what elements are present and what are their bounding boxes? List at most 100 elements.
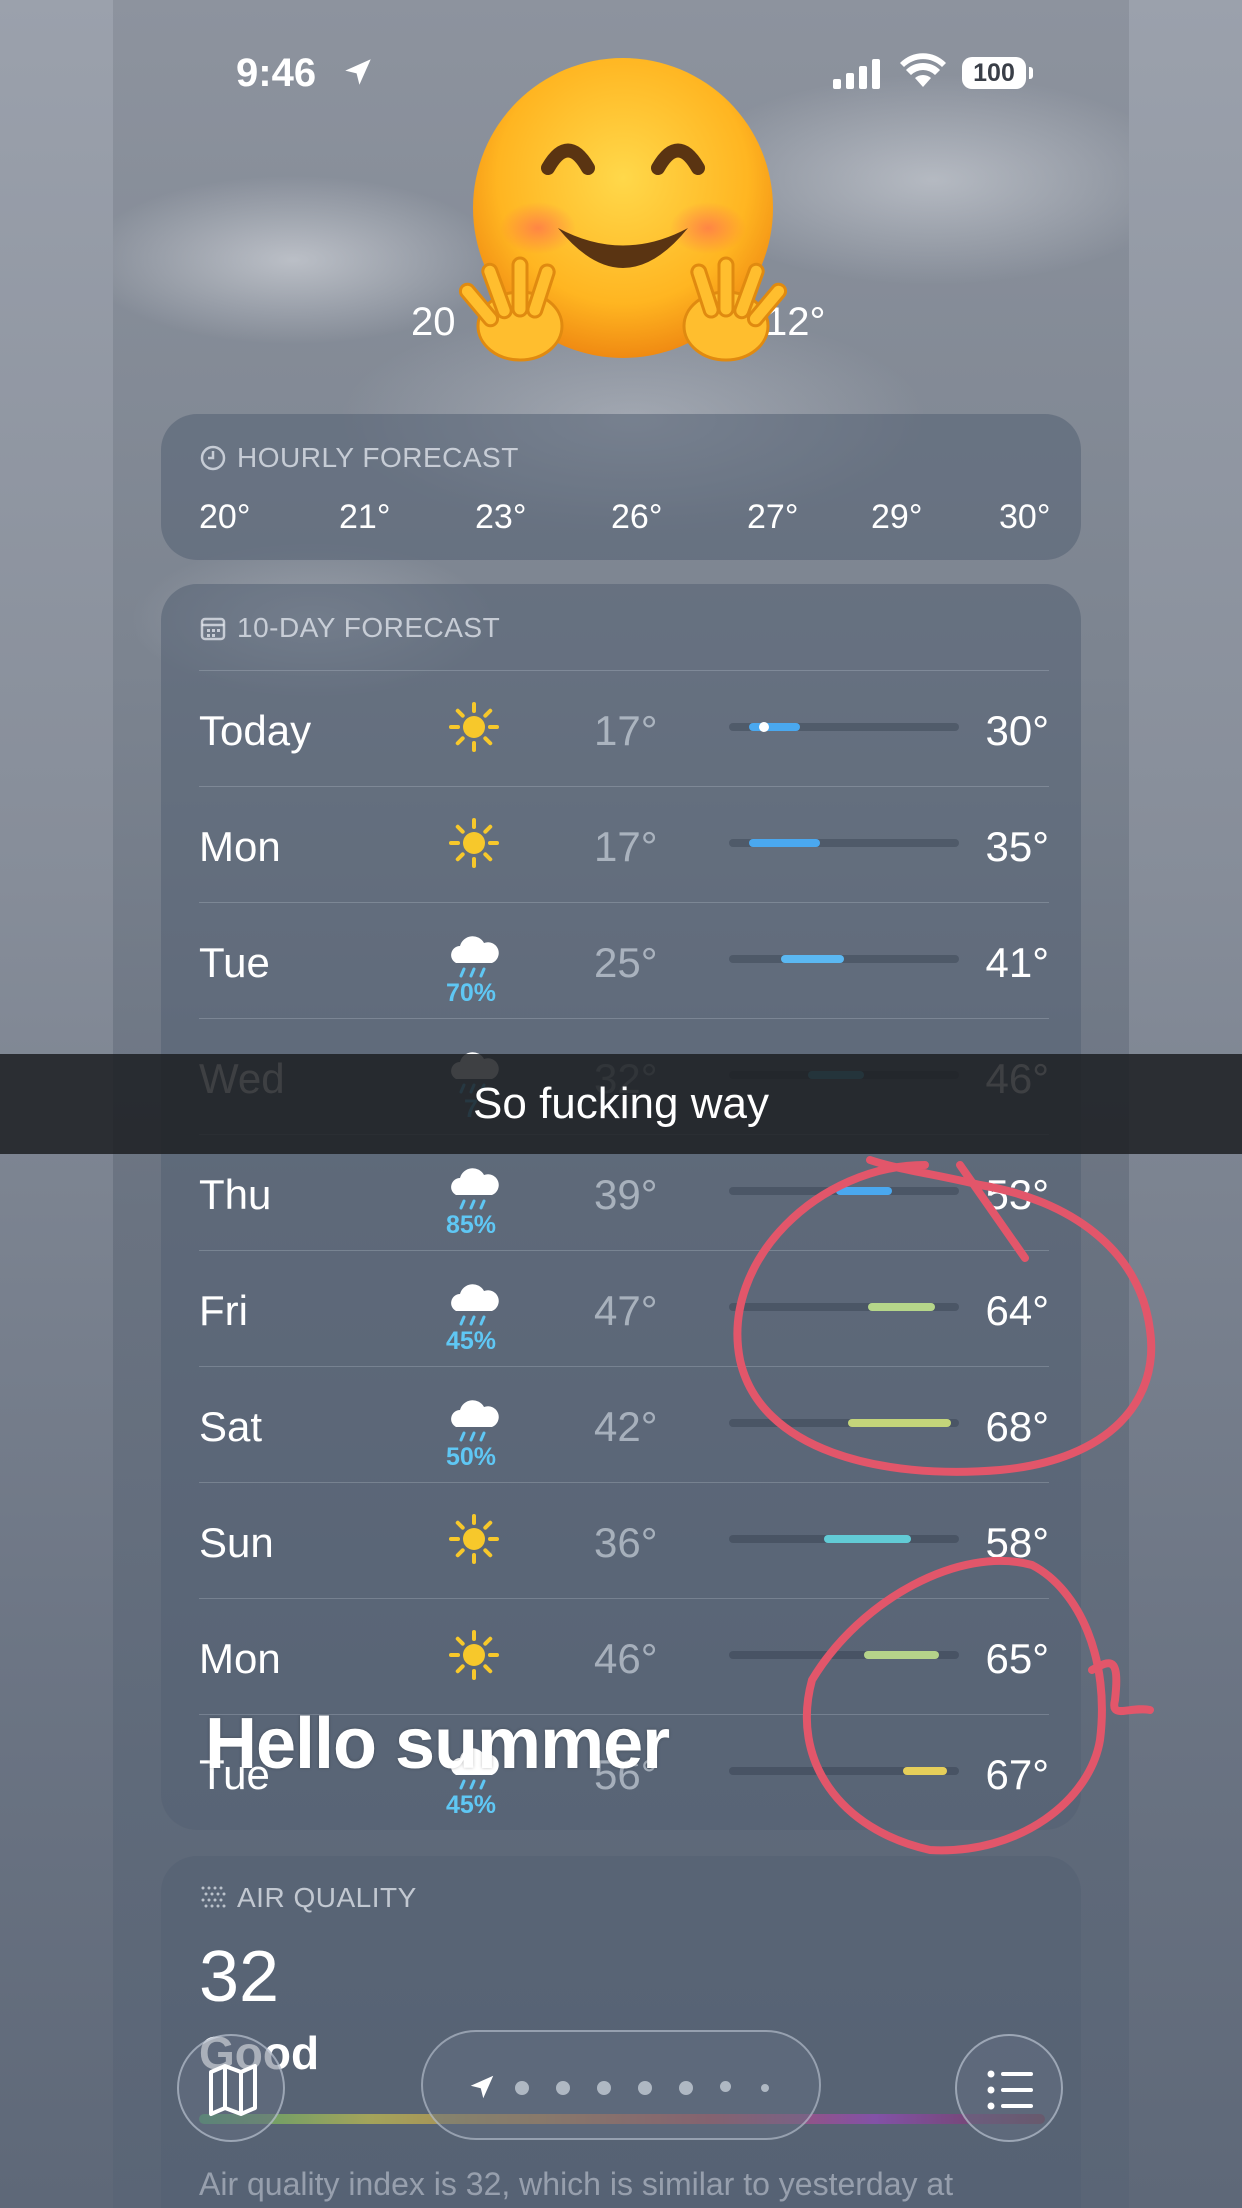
temp-range-track bbox=[729, 955, 959, 963]
air-quality-header: AIR QUALITY bbox=[199, 1882, 417, 1914]
temp-range-track bbox=[729, 722, 959, 732]
temp-range-track bbox=[729, 1303, 959, 1311]
hour-temp: 23° bbox=[475, 498, 527, 536]
forecast-low: 42° bbox=[594, 1403, 658, 1450]
forecast-row[interactable]: Mon 46° 65° bbox=[199, 1598, 1049, 1715]
hour-temp: 30° bbox=[999, 498, 1051, 536]
forecast-day: Tue bbox=[199, 939, 270, 986]
temp-range-track bbox=[729, 1419, 959, 1427]
sun-icon bbox=[449, 1514, 499, 1564]
forecast-low: 17° bbox=[594, 707, 658, 754]
hour-temp: 20° bbox=[199, 498, 251, 536]
sun-icon bbox=[449, 818, 499, 868]
temp-range-track bbox=[729, 839, 959, 847]
status-time: 9:46 bbox=[236, 51, 317, 95]
hour-temp: 21° bbox=[339, 498, 391, 536]
temp-range-fill bbox=[847, 1419, 952, 1427]
locations-list-button[interactable] bbox=[955, 2034, 1063, 2142]
list-icon bbox=[987, 2070, 1033, 2110]
forecast-day: Sun bbox=[199, 1519, 274, 1566]
page-dot bbox=[638, 2081, 652, 2095]
forecast-row[interactable]: Today 17° 30° bbox=[199, 670, 1049, 787]
temp-range-fill bbox=[748, 839, 821, 847]
forecast-high: 30° bbox=[985, 707, 1049, 754]
location-pager[interactable] bbox=[421, 2030, 821, 2140]
sun-icon bbox=[449, 1630, 499, 1680]
forecast-row[interactable]: Fri 45% 47° 64° bbox=[199, 1250, 1049, 1367]
temp-range-fill bbox=[867, 1303, 936, 1311]
map-button[interactable] bbox=[177, 2034, 285, 2142]
temp-range-track bbox=[729, 1187, 959, 1195]
temp-range-fill bbox=[903, 1767, 948, 1775]
forecast-low: 46° bbox=[594, 1635, 658, 1682]
precip-chance: 70% bbox=[445, 979, 497, 1007]
precip-chance: 85% bbox=[445, 1211, 497, 1239]
page-dot bbox=[720, 2081, 731, 2092]
forecast-row[interactable]: Sat 50% 42° 68° bbox=[199, 1366, 1049, 1483]
forecast-low: 47° bbox=[594, 1287, 658, 1334]
forecast-row[interactable]: Mon 17° 35° bbox=[199, 786, 1049, 903]
hourly-forecast-card[interactable]: HOURLY FORECAST 20° 21° 23° 26° 27° 29° … bbox=[161, 414, 1081, 560]
air-quality-title: AIR QUALITY bbox=[237, 1882, 417, 1913]
hour-temp: 29° bbox=[871, 498, 923, 536]
forecast-day: Sat bbox=[199, 1403, 263, 1450]
page-dot bbox=[761, 2084, 769, 2092]
temp-range-track bbox=[729, 1535, 959, 1543]
current-temp-dot bbox=[758, 722, 769, 732]
forecast-low: 17° bbox=[594, 823, 658, 870]
forecast-high: 53° bbox=[985, 1171, 1049, 1218]
hourly-forecast-title: HOURLY FORECAST bbox=[237, 442, 519, 473]
temp-range-track bbox=[729, 1767, 959, 1775]
air-quality-description: Air quality index is 32, which is simila… bbox=[199, 2166, 954, 2202]
forecast-day: Fri bbox=[199, 1287, 248, 1334]
forecast-day: Mon bbox=[199, 823, 281, 870]
calendar-icon bbox=[200, 617, 226, 641]
temp-range-fill bbox=[780, 955, 844, 963]
forecast-day: Mon bbox=[199, 1635, 281, 1682]
sun-icon bbox=[449, 702, 499, 752]
forecast-low: 25° bbox=[594, 939, 658, 986]
caption-text: So fucking way bbox=[473, 1079, 769, 1128]
ten-day-forecast-card[interactable]: 10-DAY FORECAST Today 17° 30° Mon 17° 35° Tue 7… bbox=[161, 584, 1081, 1830]
battery-indicator: 100 bbox=[962, 57, 1026, 89]
forecast-low: 39° bbox=[594, 1171, 658, 1218]
ten-day-forecast-title: 10-DAY FORECAST bbox=[237, 612, 501, 643]
hourly-temps: 20° 21° 23° 26° 27° 29° 30° bbox=[199, 498, 1059, 542]
forecast-high: 65° bbox=[985, 1635, 1049, 1682]
forecast-high: 68° bbox=[985, 1403, 1049, 1450]
forecast-high: 58° bbox=[985, 1519, 1049, 1566]
current-low: 20 bbox=[411, 300, 456, 344]
forecast-high: 64° bbox=[985, 1287, 1049, 1334]
bottom-toolbar bbox=[113, 2030, 1129, 2142]
temp-range-track bbox=[729, 1651, 959, 1659]
hour-temp: 26° bbox=[611, 498, 663, 536]
wifi-icon bbox=[900, 53, 946, 87]
map-icon bbox=[209, 2064, 257, 2116]
precip-chance: 45% bbox=[445, 1791, 497, 1819]
forecast-high: 35° bbox=[985, 823, 1049, 870]
battery-tip bbox=[1029, 67, 1033, 79]
clock-icon bbox=[200, 445, 226, 471]
page-dot bbox=[515, 2081, 529, 2095]
overlay-text: Hello summer bbox=[205, 1704, 670, 1784]
temp-range-fill bbox=[863, 1651, 940, 1659]
precip-chance: 45% bbox=[445, 1327, 497, 1355]
air-quality-icon bbox=[201, 1886, 226, 1908]
forecast-day: Thu bbox=[199, 1171, 272, 1218]
hourly-forecast-header: HOURLY FORECAST bbox=[199, 442, 519, 474]
air-quality-value: 32 bbox=[199, 1937, 280, 2017]
hugging-face-emoji-sticker bbox=[458, 58, 788, 362]
cellular-signal-icon bbox=[833, 59, 880, 89]
forecast-low: 36° bbox=[594, 1519, 658, 1566]
temp-range-fill bbox=[824, 1535, 912, 1543]
temp-range-fill bbox=[836, 1187, 892, 1195]
forecast-day: Today bbox=[199, 707, 312, 754]
page-dot bbox=[597, 2081, 611, 2095]
forecast-row[interactable]: Sun 36° 58° bbox=[199, 1482, 1049, 1599]
forecast-row[interactable]: Tue 70% 25° 41° bbox=[199, 902, 1049, 1019]
temp-range-fill bbox=[748, 723, 801, 731]
precip-chance: 50% bbox=[445, 1443, 497, 1471]
hour-temp: 27° bbox=[747, 498, 799, 536]
page-dot bbox=[556, 2081, 570, 2095]
forecast-high: 67° bbox=[985, 1751, 1049, 1798]
